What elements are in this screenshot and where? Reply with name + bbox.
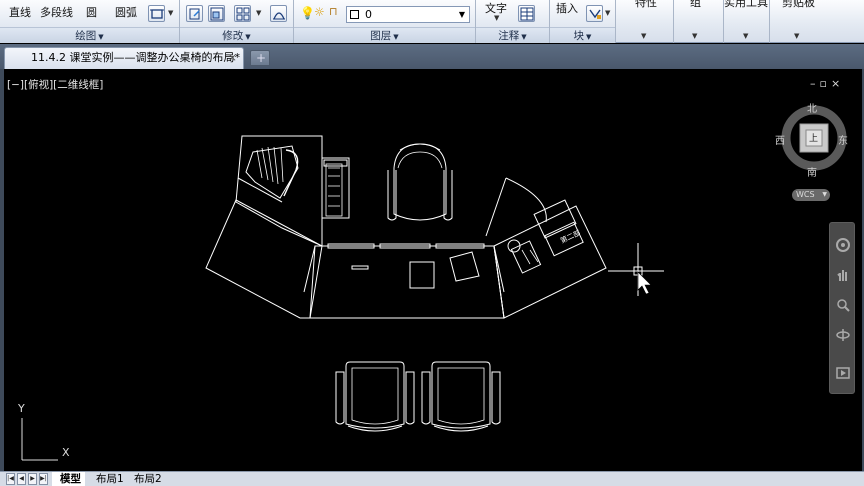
first-tab-button[interactable]: |◀ — [6, 473, 15, 485]
modify-panel-title[interactable]: 修改 ▼ — [180, 27, 293, 43]
properties-panel[interactable]: 特性 ▼ — [616, 0, 674, 43]
drawing-canvas[interactable] — [4, 71, 862, 471]
block-panel-title[interactable]: 块 ▼ — [550, 27, 615, 43]
lock-icon[interactable]: ⊓ — [329, 5, 338, 18]
left-cabinet[interactable] — [235, 135, 323, 247]
next-tab-button[interactable]: ▶ — [28, 473, 37, 485]
properties-arrow: ▼ — [641, 32, 647, 40]
showmotion-icon[interactable] — [835, 365, 851, 381]
annotation-panel: 文字 ▼ 注释 ▼ — [476, 0, 550, 43]
utilities-panel[interactable]: 实用工具 ▼ — [724, 0, 770, 43]
wcs-label: WCS — [796, 190, 815, 199]
layers-panel: 💡 ☼ ⊓ 0 ▼ 图层 ▼ — [294, 0, 476, 43]
draw-more-arrow[interactable]: ▼ — [168, 9, 173, 17]
clipboard-label: 剪贴板 — [782, 0, 815, 9]
orbit-icon[interactable] — [835, 327, 851, 343]
chevron-down-icon: ▼ — [458, 10, 465, 19]
ucs-icon — [21, 418, 58, 461]
block-edit-icon[interactable] — [586, 5, 603, 22]
clipboard-arrow: ▼ — [794, 32, 800, 40]
office-chair-top[interactable] — [387, 143, 453, 221]
ucs-x-label: X — [62, 446, 70, 459]
ucs-y-label: Y — [18, 402, 25, 415]
groups-arrow: ▼ — [692, 32, 698, 40]
viewport-controls-label[interactable]: [−][俯视][二维线框] — [7, 77, 103, 92]
layer-color-swatch — [350, 10, 359, 19]
chevron-down-icon: ▼ — [822, 191, 827, 198]
array-dropdown-arrow[interactable]: ▼ — [256, 9, 261, 17]
prev-tab-button[interactable]: ◀ — [17, 473, 26, 485]
utilities-label: 实用工具 — [724, 0, 768, 9]
rectangle-icon[interactable] — [148, 5, 165, 22]
clipboard-panel[interactable]: 剪贴板 ▼ — [770, 0, 864, 43]
viewcube-face-top[interactable]: 上 — [809, 131, 818, 144]
polyline-tool[interactable]: 多段线 — [40, 4, 73, 20]
arc-tool[interactable]: 圆弧 — [115, 4, 137, 20]
guest-chair-right[interactable] — [421, 361, 501, 432]
ribbon: 直线 多段线 圆 圆弧 ▼ 绘图 ▼ ▼ 修改 ▼ 💡 ☼ ⊓ 0 ▼ 图层 ▼… — [0, 0, 864, 43]
array-icon[interactable] — [234, 5, 251, 22]
current-layer-name: 0 — [365, 8, 372, 21]
sun-icon[interactable]: ☼ — [314, 5, 325, 19]
last-tab-button[interactable]: ▶| — [39, 473, 48, 485]
document-tab[interactable]: 11.4.2 课堂实例——调整办公桌椅的布局* × — [4, 47, 244, 69]
mouse-pointer-icon — [637, 271, 652, 295]
viewport-window-controls[interactable]: –▫× — [810, 77, 844, 90]
zoom-extents-icon[interactable] — [835, 297, 851, 313]
wcs-menu[interactable]: WCS ▼ — [792, 189, 830, 201]
document-tab-bar: 11.4.2 课堂实例——调整办公桌椅的布局* × + — [0, 44, 864, 69]
line-tool[interactable]: 直线 — [9, 4, 31, 20]
stretch-icon[interactable] — [186, 5, 203, 22]
utilities-arrow: ▼ — [743, 32, 749, 40]
draw-panel: 直线 多段线 圆 圆弧 ▼ 绘图 ▼ — [0, 0, 180, 43]
groups-panel[interactable]: 组 ▼ — [674, 0, 724, 43]
drawing-svg — [21, 105, 847, 461]
right-desk-wing[interactable] — [493, 205, 607, 319]
steering-wheel-icon[interactable] — [835, 237, 851, 253]
insert-tool[interactable]: 插入 — [556, 0, 578, 16]
modify-panel: ▼ 修改 ▼ — [180, 0, 294, 43]
layers-panel-title[interactable]: 图层 ▼ — [294, 27, 475, 43]
layer-dropdown[interactable]: 0 ▼ — [346, 6, 470, 23]
document-tab-title: 11.4.2 课堂实例——调整办公桌椅的布局* — [31, 51, 240, 64]
guest-chair-left[interactable] — [335, 361, 415, 432]
lightbulb-icon[interactable]: 💡 — [300, 6, 315, 20]
close-icon[interactable]: × — [228, 48, 237, 68]
groups-label: 组 — [690, 0, 701, 9]
block-panel: 插入 ▼ 块 ▼ — [550, 0, 616, 43]
crosshair-cursor — [608, 243, 664, 296]
bookcase[interactable] — [321, 157, 350, 219]
circle-tool[interactable]: 圆 — [86, 4, 97, 20]
center-desk[interactable] — [303, 243, 505, 319]
layout-tab-bar: |◀ ◀ ▶ ▶| 模型 布局1 布局2 — [0, 471, 864, 486]
pan-icon[interactable] — [835, 267, 851, 283]
blend-icon[interactable] — [270, 5, 287, 22]
draw-panel-title[interactable]: 绘图 ▼ — [0, 27, 179, 43]
compass-east[interactable]: 东 — [838, 132, 848, 147]
properties-label: 特性 — [635, 0, 657, 9]
block-dropdown-arrow[interactable]: ▼ — [605, 9, 610, 17]
tab-model[interactable]: 模型 — [52, 472, 85, 486]
plus-icon: + — [256, 51, 267, 65]
annotation-panel-title[interactable]: 注释 ▼ — [476, 27, 549, 43]
tab-layout1[interactable]: 布局1 — [88, 472, 128, 486]
door-swing[interactable] — [485, 177, 547, 237]
compass-south[interactable]: 南 — [807, 164, 817, 179]
compass-west[interactable]: 西 — [775, 132, 785, 147]
compass-north[interactable]: 北 — [807, 100, 817, 115]
navigation-bar — [829, 222, 855, 394]
new-tab-button[interactable]: + — [250, 50, 270, 66]
text-dropdown-arrow[interactable]: ▼ — [494, 14, 499, 22]
table-icon[interactable] — [518, 5, 535, 22]
tab-layout2[interactable]: 布局2 — [126, 472, 166, 486]
scale-icon[interactable] — [208, 5, 225, 22]
